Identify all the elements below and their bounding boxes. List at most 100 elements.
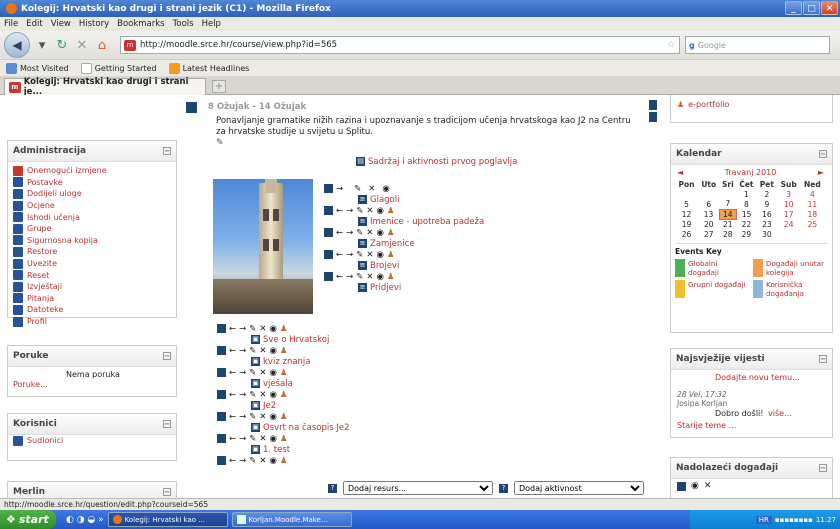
menu-history[interactable]: History xyxy=(79,19,109,29)
add-activity-select[interactable]: Dodaj aktivnost xyxy=(514,481,644,495)
home-icon[interactable]: ⌂ xyxy=(94,38,110,53)
admin-item[interactable]: Profil xyxy=(13,316,171,328)
events-key-item[interactable]: Događaji unutar kolegija xyxy=(753,259,828,277)
menu-view[interactable]: View xyxy=(51,19,71,29)
menu-tools[interactable]: Tools xyxy=(173,19,194,29)
forward-dropdown-icon[interactable]: ▾ xyxy=(34,38,50,53)
calendar-add-icon[interactable] xyxy=(677,481,686,491)
edit-icon[interactable]: ✎ xyxy=(356,272,363,282)
edit-icon[interactable]: ✎ xyxy=(356,250,363,260)
visibility-eye-icon[interactable]: ◉ xyxy=(270,368,277,378)
right-arrow-icon[interactable]: → xyxy=(346,206,353,216)
roles-icon[interactable]: ♟ xyxy=(280,324,288,334)
activity-link[interactable]: ▣ kviz znanja xyxy=(217,356,350,367)
admin-item[interactable]: Ishodi učenja xyxy=(13,211,171,223)
roles-icon[interactable]: ♟ xyxy=(280,412,288,422)
delete-icon[interactable]: ✕ xyxy=(259,368,266,378)
move-icon[interactable] xyxy=(324,206,333,215)
move-icon[interactable] xyxy=(217,456,226,465)
calendar-day[interactable]: 24 xyxy=(777,219,800,229)
admin-item[interactable]: Reset xyxy=(13,269,171,281)
move-icon[interactable] xyxy=(324,272,333,281)
left-arrow-icon[interactable]: ← xyxy=(229,412,236,422)
activity-link[interactable]: ≡ Imenice - upotreba padeža xyxy=(324,216,484,227)
calendar-day[interactable]: 30 xyxy=(757,229,777,239)
admin-item[interactable]: Sigurnosna kopija xyxy=(13,235,171,247)
stop-icon[interactable]: ✕ xyxy=(74,38,90,53)
move-icon[interactable] xyxy=(217,346,226,355)
delete-icon[interactable]: ✕ xyxy=(259,390,266,400)
url-bar[interactable]: m http://moodle.srce.hr/course/view.php?… xyxy=(120,36,680,54)
calendar-day[interactable]: 27 xyxy=(698,229,719,239)
participants-link[interactable]: Sudionici xyxy=(8,435,176,447)
visibility-eye-icon[interactable]: ◉ xyxy=(377,228,384,238)
edit-icon[interactable]: ✎ xyxy=(249,390,256,400)
events-key-item[interactable]: Korisnička događanja xyxy=(753,280,828,298)
visibility-eye-icon[interactable]: ◉ xyxy=(377,206,384,216)
move-icon[interactable] xyxy=(217,412,226,421)
delete-icon[interactable]: ✕ xyxy=(259,456,266,466)
roles-icon[interactable]: ♟ xyxy=(387,250,395,260)
quicklaunch-icon[interactable]: ◐ ◑ ◒ » xyxy=(66,515,104,525)
edit-icon[interactable]: ✎ xyxy=(249,434,256,444)
minimize-button[interactable]: _ xyxy=(785,1,802,15)
section-toggle-icon[interactable] xyxy=(186,102,197,113)
left-arrow-icon[interactable]: ← xyxy=(229,434,236,444)
news-more-link[interactable]: više... xyxy=(768,409,792,418)
calendar-day[interactable]: 13 xyxy=(698,209,719,219)
left-arrow-icon[interactable]: ← xyxy=(229,346,236,356)
admin-item[interactable]: Pitanja xyxy=(13,293,171,305)
visibility-eye-icon[interactable]: ◉ xyxy=(270,390,277,400)
calendar-day[interactable]: 5 xyxy=(675,199,698,209)
reload-icon[interactable]: ↻ xyxy=(54,38,70,53)
right-arrow-icon[interactable]: → xyxy=(346,250,353,260)
delete-icon[interactable]: ✕ xyxy=(366,250,373,260)
admin-item[interactable]: Dodijeli uloge xyxy=(13,188,171,200)
calendar-day[interactable]: 8 xyxy=(736,199,756,209)
menu-help[interactable]: Help xyxy=(202,19,221,29)
calendar-day[interactable]: 3 xyxy=(777,189,800,199)
edit-icon[interactable]: ✎ xyxy=(354,184,361,194)
visibility-eye-icon[interactable]: ◉ xyxy=(270,434,277,444)
move-icon[interactable] xyxy=(324,228,333,237)
eportfolio-link[interactable]: ♟ e-portfolio xyxy=(671,95,832,113)
move-icon[interactable] xyxy=(217,390,226,399)
calendar-day[interactable]: 29 xyxy=(736,229,756,239)
right-arrow-icon[interactable]: → xyxy=(239,412,246,422)
calendar-day[interactable]: 17 xyxy=(777,209,800,219)
admin-item[interactable]: Uvezite xyxy=(13,258,171,270)
roles-icon[interactable]: ♟ xyxy=(387,206,395,216)
help-icon[interactable]: ? xyxy=(328,483,337,493)
roles-icon[interactable]: ♟ xyxy=(387,272,395,282)
activity-link[interactable]: ▣ 1. test xyxy=(217,444,350,455)
delete-icon[interactable]: ✕ xyxy=(368,184,375,194)
next-month-icon[interactable]: ► xyxy=(818,168,824,177)
bookmark-most-visited[interactable]: Most Visited xyxy=(6,62,69,74)
edit-icon[interactable]: ✎ xyxy=(249,456,256,466)
calendar-day[interactable]: 22 xyxy=(736,219,756,229)
bookmark-latest-headlines[interactable]: Latest Headlines xyxy=(168,62,249,74)
admin-item[interactable]: Restore xyxy=(13,246,171,258)
delete-icon[interactable]: ✕ xyxy=(259,346,266,356)
calendar-day[interactable]: 12 xyxy=(675,209,698,219)
highlight-icon[interactable] xyxy=(649,100,657,110)
collapse-icon[interactable]: − xyxy=(163,147,171,155)
roles-icon[interactable]: ♟ xyxy=(280,456,288,466)
edit-icon[interactable]: ✎ xyxy=(249,368,256,378)
visibility-eye-icon[interactable]: ◉ xyxy=(270,324,277,334)
admin-item[interactable]: Grupe xyxy=(13,223,171,235)
roles-icon[interactable]: ♟ xyxy=(280,390,288,400)
calendar-day[interactable]: 1 xyxy=(736,189,756,199)
right-arrow-icon[interactable]: → xyxy=(239,434,246,444)
calendar-day[interactable]: 16 xyxy=(757,209,777,219)
delete-icon[interactable]: ✕ xyxy=(704,481,712,491)
move-icon[interactable] xyxy=(217,434,226,443)
calendar-day[interactable]: 7 xyxy=(719,199,736,209)
activity-link[interactable]: ▣ Osvrt na časopis Je2 xyxy=(217,422,350,433)
month-link[interactable]: Travanj 2010 xyxy=(725,168,777,177)
activity-link[interactable]: ≡ Glagoli xyxy=(324,194,484,205)
calendar-day[interactable]: 6 xyxy=(698,199,719,209)
left-arrow-icon[interactable]: ← xyxy=(229,324,236,334)
messages-link[interactable]: Poruke... xyxy=(13,380,48,389)
right-arrow-icon[interactable]: → xyxy=(239,346,246,356)
